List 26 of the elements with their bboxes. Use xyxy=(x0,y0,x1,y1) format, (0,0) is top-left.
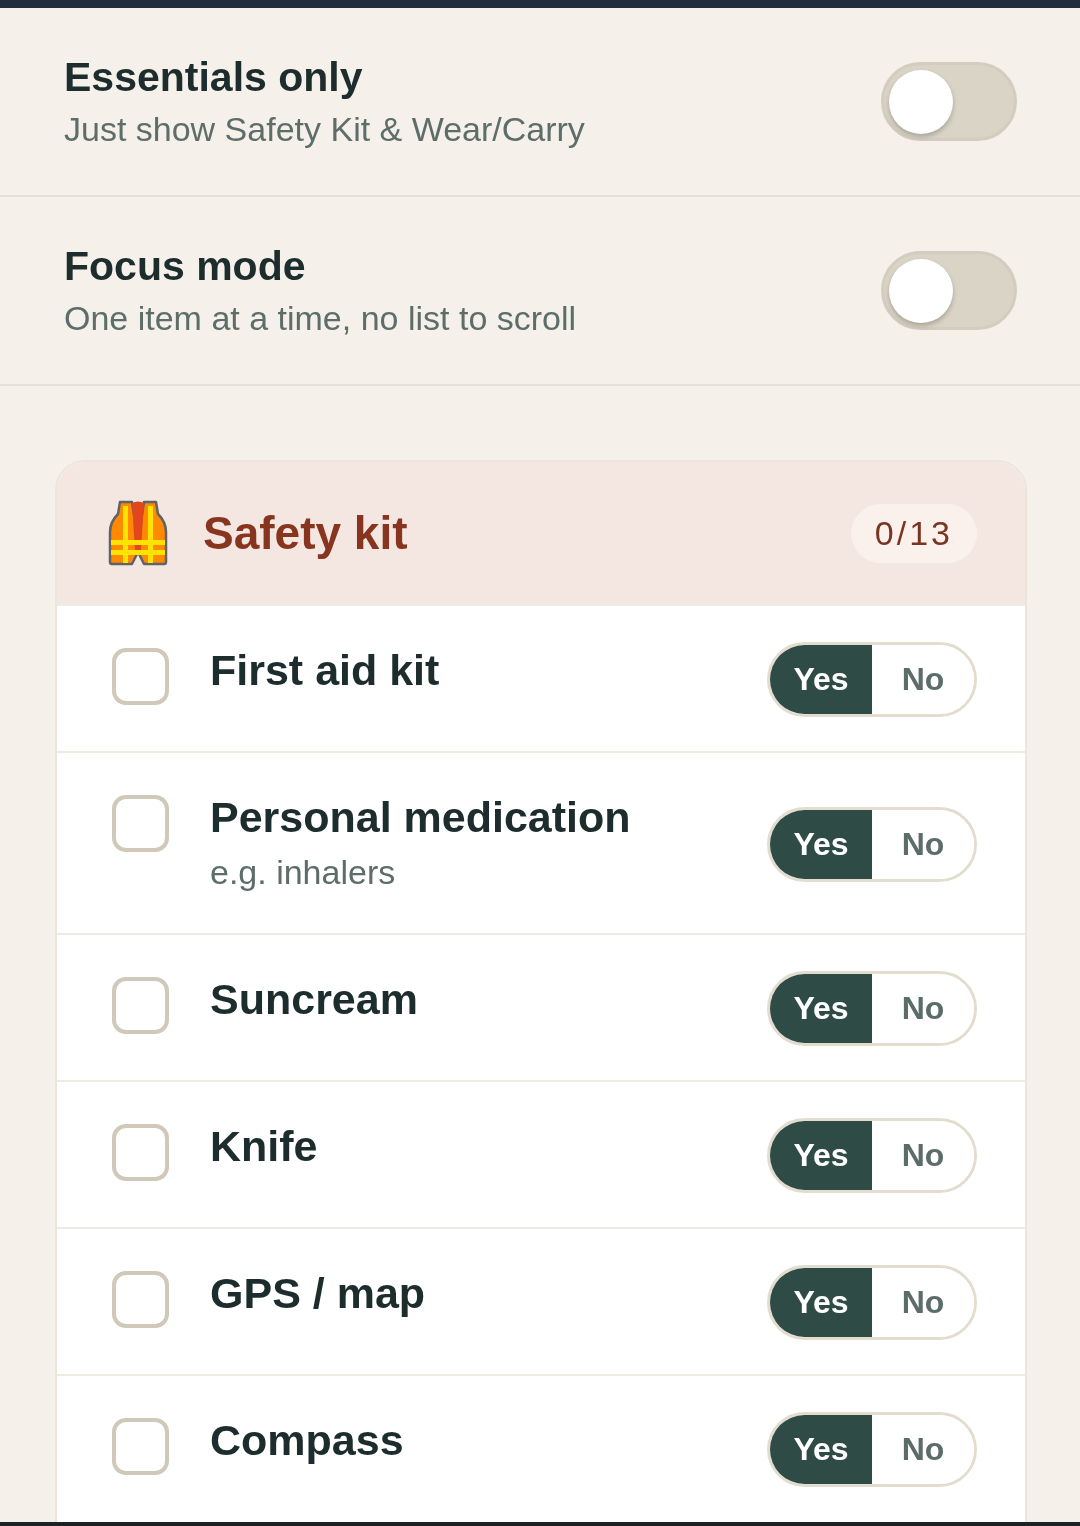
progress-count: 0/13 xyxy=(850,503,977,563)
item-note: e.g. inhalers xyxy=(210,852,397,892)
item-name: Knife xyxy=(210,1122,319,1170)
option-button[interactable]: Yes xyxy=(770,809,872,879)
item-name: Personal medication xyxy=(210,793,632,841)
item-name: Compass xyxy=(210,1416,405,1464)
option-button[interactable]: Yes xyxy=(770,1268,872,1337)
setting-title: Essentials only xyxy=(64,52,364,101)
item-name: GPS / map xyxy=(210,1269,427,1317)
setting-description: One item at a time, no list to scroll xyxy=(64,297,577,339)
setting-description: Just show Safety Kit & Wear/Carry xyxy=(64,108,585,150)
checkbox[interactable] xyxy=(112,795,169,852)
option-button[interactable]: Yes xyxy=(770,974,872,1043)
checkbox[interactable] xyxy=(112,1124,169,1181)
checkbox[interactable] xyxy=(112,1271,169,1328)
item-name: Suncream xyxy=(210,975,419,1023)
option-button[interactable]: Yes xyxy=(770,1415,872,1484)
option-button[interactable]: Yes xyxy=(770,645,872,714)
checkbox[interactable] xyxy=(112,977,169,1034)
checkbox[interactable] xyxy=(112,648,169,705)
setting-title: Focus mode xyxy=(64,241,307,290)
section-title: Safety kit xyxy=(203,506,409,560)
item-name: First aid kit xyxy=(210,646,441,694)
safety-vest-icon xyxy=(108,500,168,566)
checkbox[interactable] xyxy=(112,1418,169,1475)
option-button[interactable]: Yes xyxy=(770,1121,872,1190)
